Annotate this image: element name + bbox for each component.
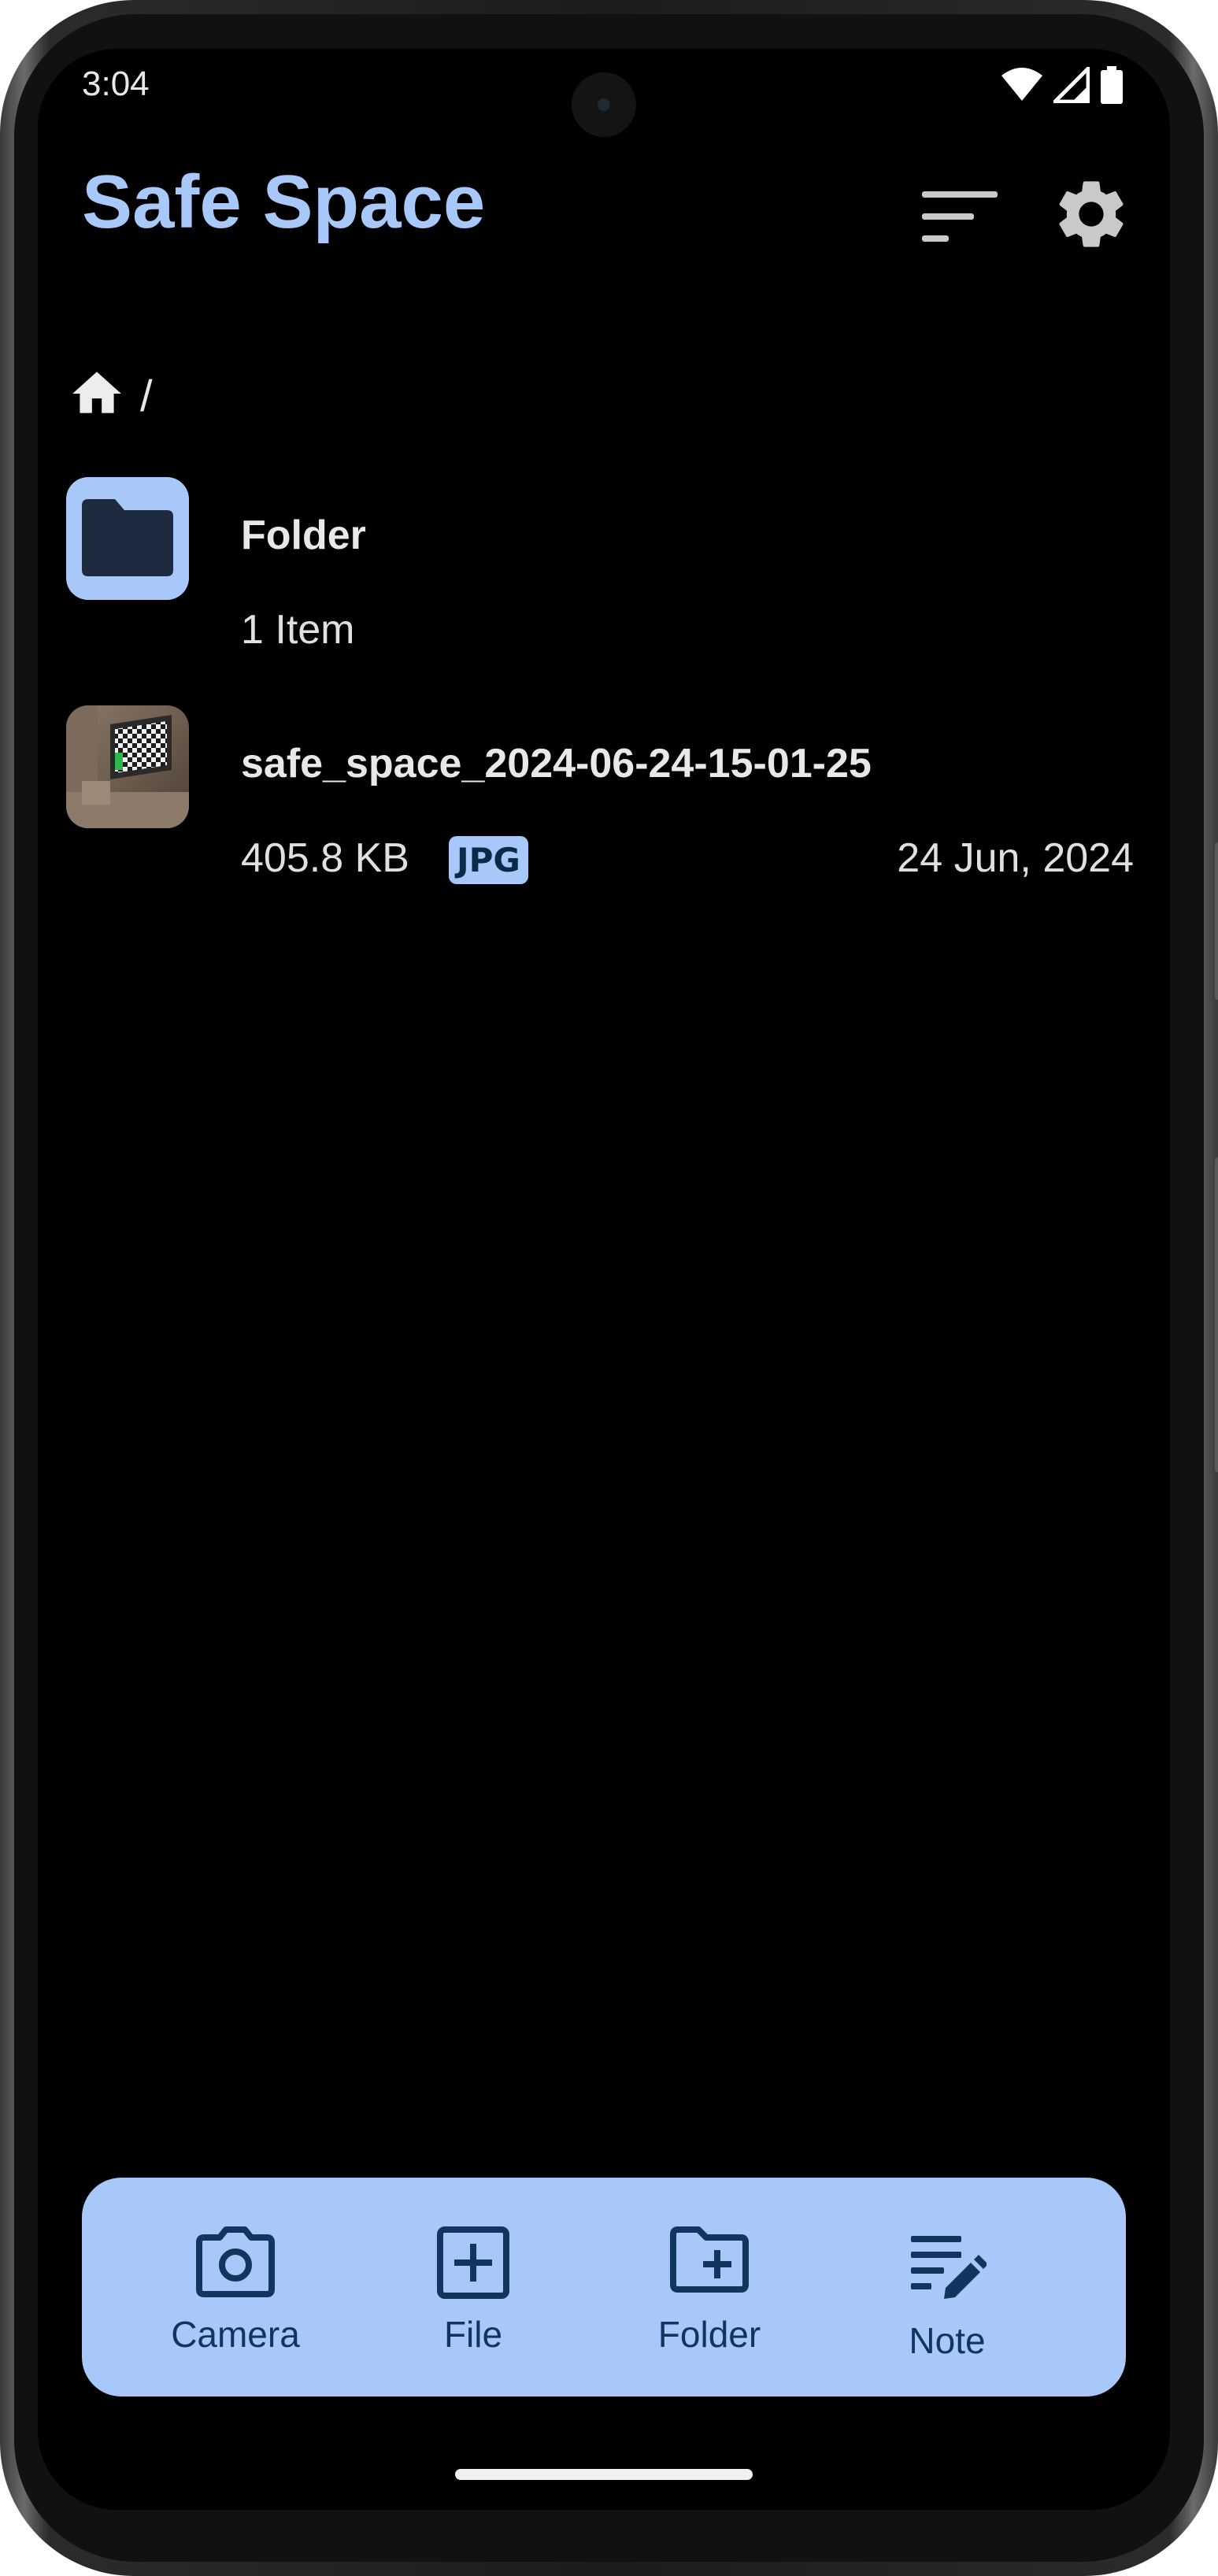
home-icon[interactable]	[68, 365, 126, 427]
power-button	[1215, 842, 1218, 1000]
front-camera	[572, 72, 636, 137]
item-date: 24 Jun, 2024	[897, 835, 1134, 881]
gear-icon	[1050, 173, 1132, 259]
camera-action-button[interactable]: Camera	[137, 2178, 334, 2396]
settings-button[interactable]	[1042, 167, 1140, 265]
screen: 3:04 Safe Space / Folder 1 Item safe_spa…	[38, 49, 1170, 2510]
wifi-icon	[1001, 68, 1042, 106]
app-title: Safe Space	[82, 160, 486, 244]
edit-note-icon	[908, 2233, 988, 2308]
sort-button[interactable]	[916, 175, 1003, 261]
status-time: 3:04	[82, 65, 150, 103]
breadcrumb-separator: /	[140, 370, 153, 420]
item-size: 405.8 KB	[241, 835, 409, 881]
gesture-home-bar[interactable]	[455, 2469, 753, 2480]
battery-icon	[1101, 66, 1123, 108]
item-name: safe_space_2024-06-24-15-01-25	[241, 741, 872, 786]
status-icons	[1001, 64, 1123, 108]
file-action-label: File	[443, 2314, 503, 2355]
phone-device: 3:04 Safe Space / Folder 1 Item safe_spa…	[0, 0, 1218, 2576]
camera-icon	[196, 2226, 275, 2301]
camera-action-label: Camera	[171, 2314, 300, 2355]
file-action-button[interactable]: File	[375, 2178, 572, 2396]
item-count: 1 Item	[241, 607, 355, 653]
sort-icon	[920, 188, 999, 249]
image-thumbnail	[66, 705, 189, 828]
folder-thumbnail	[66, 477, 189, 600]
folder-action-button[interactable]: Folder	[611, 2178, 808, 2396]
action-bar: Camera File Folder Note	[82, 2178, 1126, 2396]
note-action-button[interactable]: Note	[849, 2178, 1046, 2396]
add-file-icon	[437, 2226, 509, 2303]
breadcrumb: /	[68, 356, 153, 435]
item-name: Folder	[241, 513, 366, 558]
list-item-folder[interactable]: Folder 1 Item	[38, 458, 1170, 655]
file-type-badge: JPG	[449, 836, 528, 884]
list-item-file[interactable]: safe_space_2024-06-24-15-01-25 405.8 KB …	[38, 687, 1170, 884]
folder-icon	[76, 494, 180, 583]
volume-button	[1215, 1157, 1218, 1472]
add-folder-icon	[670, 2226, 749, 2297]
signal-icon	[1050, 64, 1090, 107]
folder-action-label: Folder	[657, 2314, 761, 2355]
note-action-label: Note	[909, 2320, 986, 2361]
